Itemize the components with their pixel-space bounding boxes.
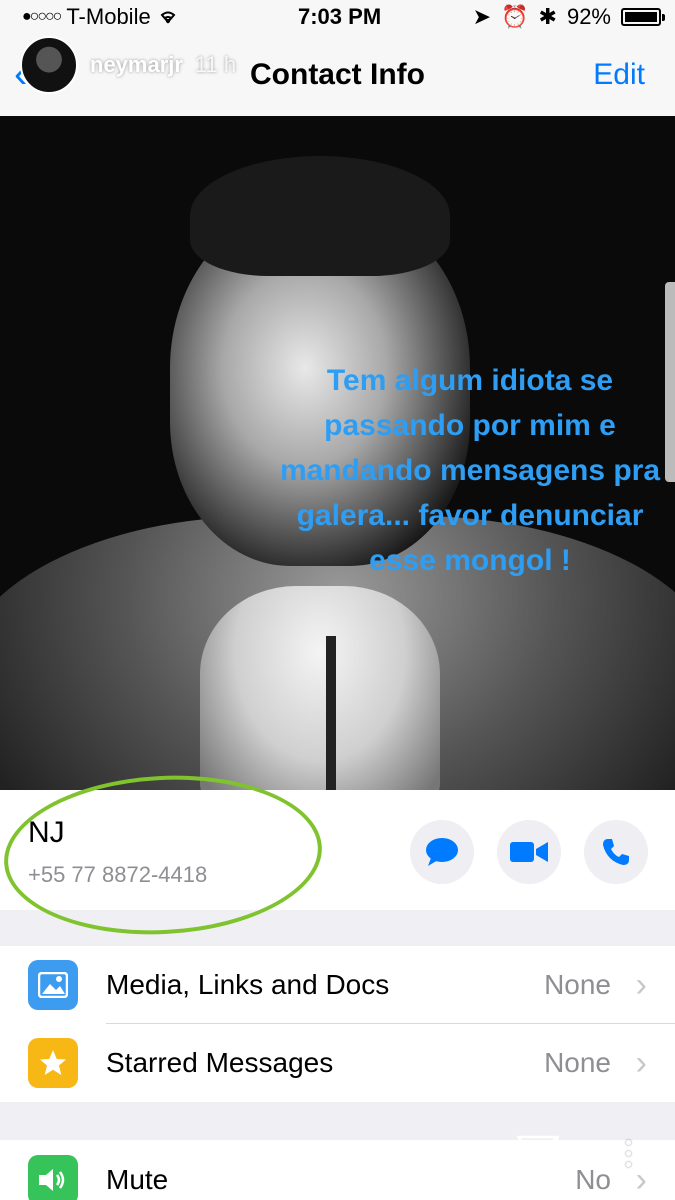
battery-icon [621, 8, 665, 26]
story-username[interactable]: neymarjr [90, 52, 183, 78]
voice-call-button[interactable] [584, 820, 648, 884]
story-caption: Tem algum idiota se passando por mim e m… [279, 364, 661, 577]
phone-icon [603, 839, 629, 865]
media-label: Media, Links and Docs [106, 969, 390, 1000]
video-camera-icon [510, 842, 548, 862]
message-icon [426, 838, 458, 866]
list-item-starred[interactable]: Starred Messages None › [0, 1024, 675, 1102]
settings-section: Mute No › [0, 1140, 675, 1200]
speaker-icon [28, 1155, 78, 1200]
battery-percent: 92% [566, 4, 611, 29]
photo-icon [28, 960, 78, 1010]
bluetooth-icon: ✱ [538, 4, 557, 29]
starred-label: Starred Messages [106, 1047, 334, 1078]
mute-value: No [575, 1164, 611, 1195]
video-call-button[interactable] [497, 820, 561, 884]
send-icon[interactable] [516, 1135, 560, 1180]
contact-name: NJ [28, 816, 65, 849]
list-item-mute[interactable]: Mute No › [0, 1140, 675, 1200]
list-item-media[interactable]: Media, Links and Docs None › [0, 946, 675, 1024]
media-section: Media, Links and Docs None › Starred Mes… [0, 946, 675, 1102]
carrier: ●○○○○ T-Mobile [22, 4, 179, 30]
alarm-icon: ⏰ [501, 4, 529, 29]
story-timestamp: 11 h [194, 52, 237, 77]
photo-zipper [326, 636, 336, 790]
message-button[interactable] [410, 820, 474, 884]
chevron-right-icon: › [635, 1160, 647, 1199]
starred-value: None [544, 1047, 611, 1078]
star-icon [28, 1038, 78, 1088]
photo-hair [190, 156, 450, 276]
avatar[interactable] [20, 36, 78, 94]
contact-phone[interactable]: +55 77 8872-4418 [28, 862, 207, 888]
status-bar: ●○○○○ T-Mobile 7:03 PM ➤ ⏰ ✱ 92% [0, 0, 675, 36]
photo-hoodie [200, 586, 440, 790]
mute-label: Mute [106, 1164, 169, 1195]
more-options-icon[interactable] [626, 1140, 631, 1167]
carrier-label: T-Mobile [66, 4, 151, 29]
story-header[interactable]: neymarjr 11 h [20, 36, 236, 94]
location-icon: ➤ [472, 4, 492, 29]
media-value: None [544, 969, 611, 1000]
chevron-right-icon: › [635, 1043, 647, 1082]
signal-icon: ●○○○○ [22, 8, 62, 25]
edit-button[interactable]: Edit [593, 58, 645, 92]
chevron-right-icon: › [635, 965, 647, 1004]
clock: 7:03 PM [298, 4, 382, 29]
wifi-icon [157, 4, 179, 30]
contact-card: NJ +55 77 8872-4418 [0, 790, 675, 910]
